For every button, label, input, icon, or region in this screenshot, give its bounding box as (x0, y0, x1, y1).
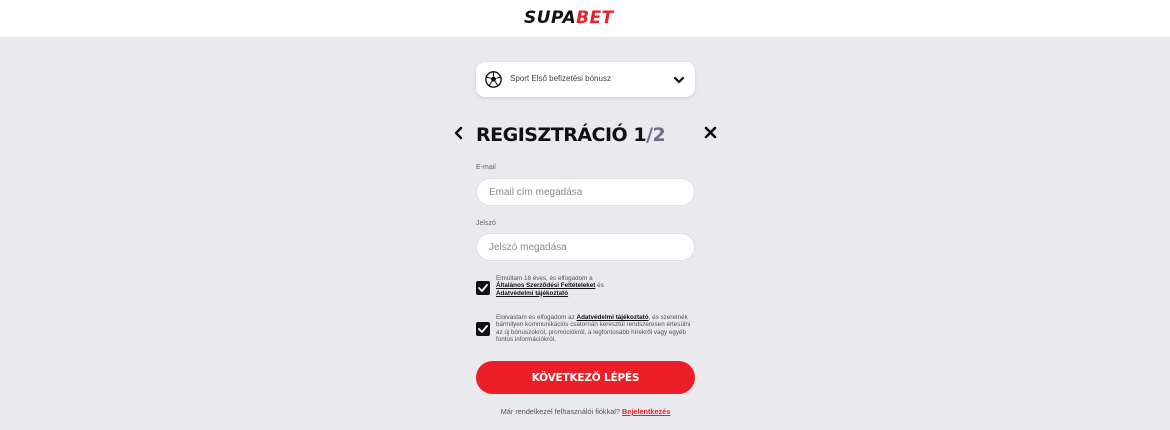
close-icon[interactable] (704, 126, 717, 144)
marketing-checkbox[interactable] (476, 322, 490, 336)
supabet-logo[interactable]: SUPABET (524, 8, 614, 28)
chevron-down-icon (673, 73, 685, 91)
terms-checkbox[interactable] (476, 281, 490, 295)
login-prompt: Már rendelkezel felhasználói fiókkal? Be… (476, 407, 695, 416)
password-field[interactable] (476, 233, 695, 261)
email-field[interactable] (476, 178, 695, 206)
top-bar: SUPABET (0, 0, 1170, 37)
marketing-consent-text: Elolvastam és elfogadom az Adatvédelmi t… (496, 314, 696, 343)
email-label: E-mail (476, 164, 496, 171)
terms-link[interactable]: Általános Szerződési Feltételeket (496, 282, 595, 289)
next-step-button[interactable]: KÖVETKEZŐ LÉPÉS (476, 361, 695, 394)
back-arrow-icon[interactable] (453, 126, 465, 145)
password-label: Jelszó (476, 220, 496, 227)
step-current: 1 (633, 124, 647, 146)
marketing-text-before: Elolvastam és elfogadom az (496, 314, 575, 321)
page-title: REGISZTRÁCIÓ 1/2 (476, 124, 666, 146)
bonus-select-label: Sport Első befizetési bónusz (510, 74, 611, 83)
terms-consent-text: Elmúltam 18 éves, és elfogadom a Általán… (496, 275, 696, 297)
privacy-link[interactable]: Adatvédelmi tájékoztató (496, 290, 568, 297)
login-link[interactable]: Bejelentkezés (622, 407, 670, 416)
terms-text-middle: és (597, 282, 604, 290)
checkmark-icon (478, 284, 488, 292)
logo-text-main: SUPA (524, 8, 577, 28)
soccer-ball-icon (485, 71, 502, 93)
marketing-privacy-link[interactable]: Adatvédelmi tájékoztató (577, 314, 649, 321)
bonus-select[interactable]: Sport Első befizetési bónusz (476, 62, 695, 97)
checkmark-icon (478, 325, 488, 333)
terms-text-before: Elmúltam 18 éves, és elfogadom a (496, 275, 593, 282)
logo-text-accent: BET (576, 8, 614, 28)
title-text: REGISZTRÁCIÓ (476, 124, 628, 146)
login-prompt-text: Már rendelkezel felhasználói fiókkal? (500, 407, 620, 416)
step-total: /2 (646, 124, 666, 146)
